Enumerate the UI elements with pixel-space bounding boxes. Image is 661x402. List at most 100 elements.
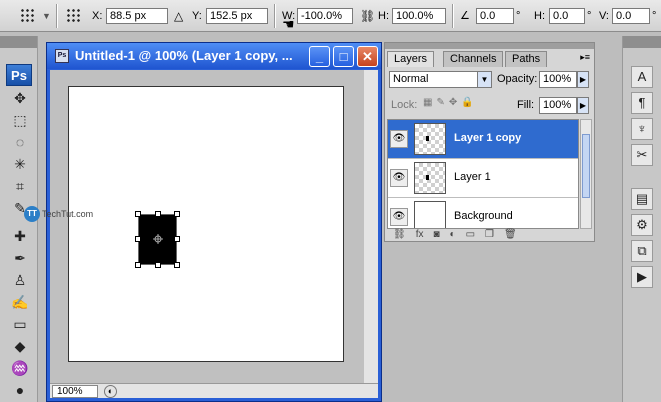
tools-panel-header[interactable]: [0, 36, 37, 48]
lock-image-icon[interactable]: ✎: [436, 97, 444, 108]
link-icon[interactable]: ⛓: [360, 8, 375, 24]
minimize-button[interactable]: _: [309, 46, 330, 67]
dock-header[interactable]: [623, 36, 661, 48]
canvas[interactable]: [68, 86, 344, 362]
lock-position-icon[interactable]: ✥: [449, 97, 457, 108]
delta-icon[interactable]: △: [174, 8, 183, 24]
link-layers-icon[interactable]: ⛓: [393, 229, 406, 241]
lock-label: Lock:: [391, 99, 418, 111]
y-label: Y:: [192, 10, 202, 22]
paint-bucket-tool-icon[interactable]: ◆: [10, 336, 30, 356]
layer-comps-panel-icon[interactable]: ⧉: [631, 240, 653, 262]
crop-tool-icon[interactable]: ⌗: [10, 176, 30, 196]
transform-handle[interactable]: [135, 236, 141, 242]
opacity-input[interactable]: 100%: [539, 71, 577, 88]
tab-layers[interactable]: Layers: [387, 51, 435, 67]
scrollbar-thumb[interactable]: [582, 134, 590, 198]
transform-handle[interactable]: [155, 211, 161, 217]
layer-thumbnail: [414, 162, 446, 194]
add-mask-icon[interactable]: ◙: [433, 229, 439, 241]
status-info-icon[interactable]: ◐: [104, 385, 117, 398]
clone-stamp-tool-icon[interactable]: ♙: [10, 270, 30, 290]
new-group-icon[interactable]: ▭: [466, 229, 475, 241]
zoom-level-field[interactable]: 100%: [52, 385, 98, 398]
width-input[interactable]: -100.0%: [297, 8, 353, 24]
lasso-tool-icon[interactable]: ◌: [10, 132, 30, 152]
document-title: Untitled-1 @ 100% (Layer 1 copy, ...: [75, 48, 293, 63]
ps-logo: Ps: [6, 64, 32, 86]
transform-handle[interactable]: [135, 211, 141, 217]
panel-menu-icon[interactable]: ▸≡: [580, 52, 590, 63]
document-title-bar[interactable]: Ps Untitled-1 @ 100% (Layer 1 copy, ... …: [47, 43, 381, 69]
delete-layer-icon[interactable]: 🗑: [504, 229, 517, 241]
layer-row[interactable]: 👁 Background: [388, 198, 578, 228]
layers-panel: Layers Channels Paths ▸≡ Normal ▼ Opacit…: [384, 42, 595, 242]
ps-document-icon: Ps: [55, 49, 69, 63]
transform-handle[interactable]: [155, 262, 161, 268]
eraser-tool-icon[interactable]: ▭: [10, 314, 30, 334]
degree-unit: °: [652, 10, 657, 22]
mouse-cursor-icon: ☚: [282, 16, 295, 32]
history-brush-tool-icon[interactable]: ✍: [10, 292, 30, 312]
brush-tool-icon[interactable]: ✒: [10, 248, 30, 268]
fill-slider-arrow-icon[interactable]: ▶: [577, 97, 589, 114]
height-input[interactable]: 100.0%: [392, 8, 446, 24]
adjustment-layer-icon[interactable]: ◐: [450, 229, 456, 241]
h-skew-label: H:: [534, 10, 545, 22]
blend-mode-select[interactable]: Normal ▼: [389, 71, 492, 88]
vertical-scrollbar[interactable]: [364, 70, 378, 383]
visibility-eye-icon[interactable]: 👁: [390, 130, 408, 148]
healing-brush-tool-icon[interactable]: ✚: [10, 226, 30, 246]
layer-style-fx-icon[interactable]: fx: [416, 229, 424, 241]
close-button[interactable]: ✕: [357, 46, 378, 67]
visibility-eye-icon[interactable]: 👁: [390, 208, 408, 226]
opacity-label: Opacity:: [497, 73, 538, 85]
techtut-logo-icon: TT: [24, 206, 40, 222]
layer-row[interactable]: 👁 Layer 1 copy: [388, 120, 578, 159]
history-panel-icon[interactable]: ▤: [631, 188, 653, 210]
transform-tool-icon[interactable]: [20, 8, 36, 24]
layer-thumbnail: [414, 123, 446, 155]
document-workspace: 100% ◐: [50, 70, 378, 398]
visibility-eye-icon[interactable]: 👁: [390, 169, 408, 187]
tool-presets-panel-icon[interactable]: ✂: [631, 144, 653, 166]
rotate-angle-input[interactable]: 0.0: [476, 8, 514, 24]
reference-point-icon[interactable]: [66, 8, 82, 24]
x-position-input[interactable]: 88.5 px: [106, 8, 168, 24]
transform-handle[interactable]: [174, 236, 180, 242]
chevron-down-icon[interactable]: ▼: [477, 72, 491, 87]
tab-channels[interactable]: Channels: [443, 51, 504, 67]
blend-mode-value: Normal: [393, 73, 429, 85]
tab-paths[interactable]: Paths: [505, 51, 548, 67]
dodge-tool-icon[interactable]: ●: [10, 380, 30, 400]
v-skew-input[interactable]: 0.0: [612, 8, 650, 24]
right-dock: A ¶ ♆ ✂ ▤ ⚙ ⧉ ▶: [622, 36, 661, 402]
h-skew-input[interactable]: 0.0: [549, 8, 585, 24]
layers-panel-header[interactable]: [385, 43, 594, 49]
maximize-button[interactable]: □: [333, 46, 354, 67]
layer-row[interactable]: 👁 Layer 1: [388, 159, 578, 198]
layer-list: 👁 Layer 1 copy 👁 Layer 1 👁 Background: [387, 119, 579, 229]
transform-handle[interactable]: [174, 211, 180, 217]
marquee-tool-icon[interactable]: ⬚: [10, 110, 30, 130]
move-tool-icon[interactable]: ✥: [10, 88, 30, 108]
character-panel-icon[interactable]: A: [631, 66, 653, 88]
y-position-input[interactable]: 152.5 px: [206, 8, 268, 24]
transform-handle[interactable]: [135, 262, 141, 268]
paragraph-panel-icon[interactable]: ¶: [631, 92, 653, 114]
lock-transparent-icon[interactable]: ▦: [423, 97, 432, 108]
magic-wand-tool-icon[interactable]: ✳: [10, 154, 30, 174]
transform-handle[interactable]: [174, 262, 180, 268]
layer-thumbnail: [414, 201, 446, 228]
reference-point-crosshair-icon[interactable]: [153, 234, 163, 244]
new-layer-icon[interactable]: ❐: [485, 229, 494, 241]
fill-input[interactable]: 100%: [539, 97, 577, 114]
tool-preset-dropdown-icon[interactable]: ▼: [42, 8, 51, 24]
blur-tool-icon[interactable]: ♒: [10, 358, 30, 378]
actions-panel-icon[interactable]: ⚙: [631, 214, 653, 236]
opacity-slider-arrow-icon[interactable]: ▶: [577, 71, 589, 88]
play-action-icon[interactable]: ▶: [631, 266, 653, 288]
lock-all-icon[interactable]: 🔒: [461, 97, 473, 108]
layers-scrollbar[interactable]: [580, 119, 592, 229]
brushes-panel-icon[interactable]: ♆: [631, 118, 653, 140]
